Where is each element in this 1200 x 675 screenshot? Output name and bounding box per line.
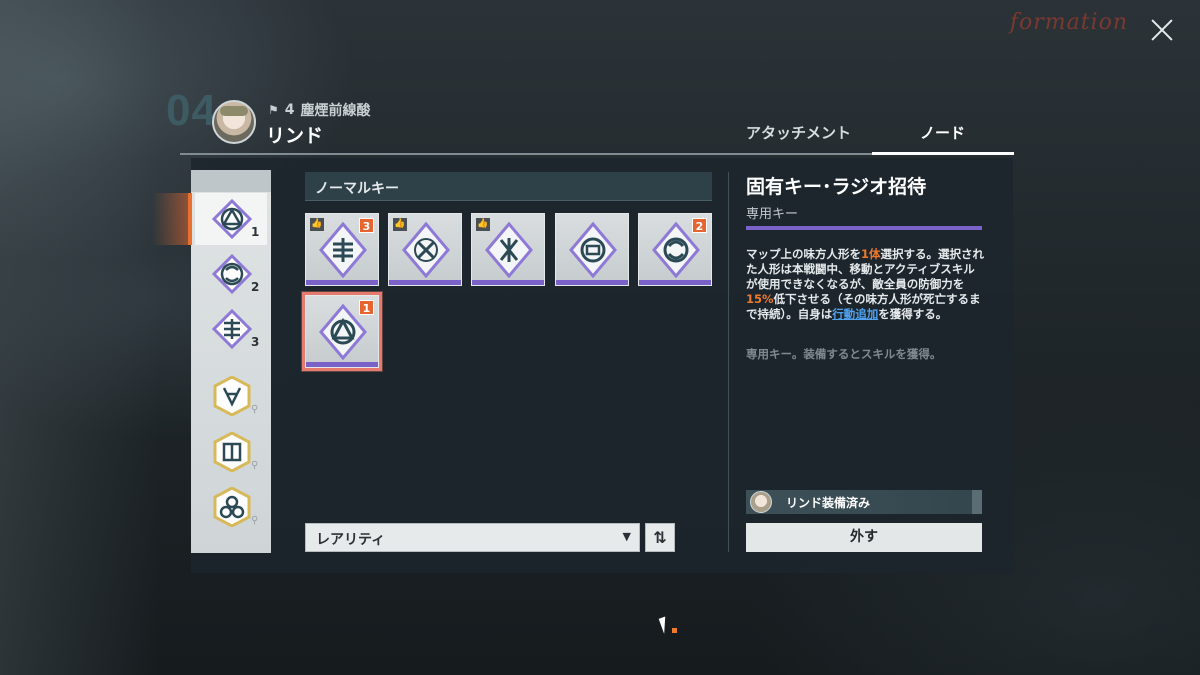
chevron-down-icon: ▼ xyxy=(622,530,631,543)
key-card[interactable]: 2 xyxy=(638,213,712,286)
rarity-stripe xyxy=(306,362,378,367)
lock-icon: ⚲ xyxy=(251,404,259,415)
squad-name: 塵煙前線酸 xyxy=(300,103,371,119)
equipped-label: リンド装備済み xyxy=(786,496,871,510)
cursor-accent xyxy=(672,628,677,633)
node-key-icon xyxy=(212,199,252,239)
formation-logo: formation xyxy=(1009,10,1128,35)
node-key-icon xyxy=(402,222,450,278)
sort-order-icon[interactable]: ⇅ xyxy=(645,523,675,552)
lock-icon: ⚲ xyxy=(251,515,259,526)
key-card[interactable] xyxy=(555,213,629,286)
sort-dropdown-value: レアリティ xyxy=(316,532,386,548)
keyword-link[interactable]: 行動追加 xyxy=(832,307,878,321)
avatar xyxy=(750,491,772,513)
gold-key-icon xyxy=(212,432,252,472)
node-key-icon xyxy=(319,304,367,360)
rarity-bar xyxy=(746,226,982,230)
rail-slot-4[interactable]: ⚲ xyxy=(195,370,267,422)
node-key-icon xyxy=(569,222,617,278)
rail-selection-glow xyxy=(152,193,191,245)
goggle-shape xyxy=(220,106,248,116)
flag-icon: ⚑ xyxy=(268,103,279,117)
rail-slot-number: 2 xyxy=(251,280,260,294)
node-key-icon xyxy=(212,254,252,294)
rail-slot-6[interactable]: ⚲ xyxy=(195,481,267,533)
echelon-info: ⚑ 4 塵煙前線酸 xyxy=(268,100,371,120)
rail-slot-number: 3 xyxy=(251,335,260,349)
echelon-number: 4 xyxy=(284,102,295,118)
rail-selection-bar xyxy=(188,193,192,245)
rail-slot-number: 1 xyxy=(251,225,260,239)
key-card-selected[interactable]: 1 xyxy=(302,292,382,371)
character-avatar xyxy=(212,100,256,144)
highlight-count: 1体 xyxy=(861,247,881,261)
key-description: マップ上の味方人形を1体選択する。選択された人形は本戦闘中、移動とアクティブスキ… xyxy=(746,247,985,321)
rarity-stripe xyxy=(639,280,711,285)
key-card[interactable]: 👍 3 xyxy=(305,213,379,286)
sort-dropdown[interactable]: レアリティ ▼ xyxy=(305,523,640,552)
node-key-icon xyxy=(652,222,700,278)
node-key-icon xyxy=(319,222,367,278)
gold-key-icon xyxy=(212,376,252,416)
rarity-stripe xyxy=(306,280,378,285)
highlight-percent: 15% xyxy=(746,292,774,306)
unequip-button[interactable]: 外す xyxy=(746,523,982,552)
rail-header xyxy=(191,170,271,192)
normal-keys-header: ノーマルキー xyxy=(305,172,712,201)
key-note: 専用キー。装備するとスキルを獲得。 xyxy=(746,347,942,361)
rail-slot-2[interactable]: 2 xyxy=(195,248,267,300)
equipped-status: リンド装備済み xyxy=(746,490,982,514)
background-glow xyxy=(0,0,160,675)
close-icon[interactable] xyxy=(1146,14,1178,46)
key-subtitle: 専用キー xyxy=(746,207,799,222)
key-card[interactable]: 👍 xyxy=(388,213,462,286)
slot-number: 04 xyxy=(166,86,217,135)
node-key-icon xyxy=(485,222,533,278)
tab-attachment[interactable]: アタッチメント xyxy=(746,122,851,143)
rail-slot-5[interactable]: ⚲ xyxy=(195,426,267,478)
rarity-stripe xyxy=(389,280,461,285)
rarity-stripe xyxy=(472,280,544,285)
active-tab-indicator xyxy=(872,152,1014,155)
gold-key-icon xyxy=(212,487,252,527)
tab-node[interactable]: ノード xyxy=(920,122,965,143)
rarity-stripe xyxy=(556,280,628,285)
panel-divider xyxy=(728,172,729,552)
key-title: 固有キー･ラジオ招待 xyxy=(746,176,927,198)
rail-slot-3[interactable]: 3 xyxy=(195,303,267,355)
lock-icon: ⚲ xyxy=(251,460,259,471)
character-name: リンド xyxy=(266,125,324,147)
node-key-icon xyxy=(212,309,252,349)
rail-slot-1[interactable]: 1 xyxy=(195,193,267,245)
key-card[interactable]: 👍 xyxy=(471,213,545,286)
equipped-end-cap xyxy=(972,490,982,514)
